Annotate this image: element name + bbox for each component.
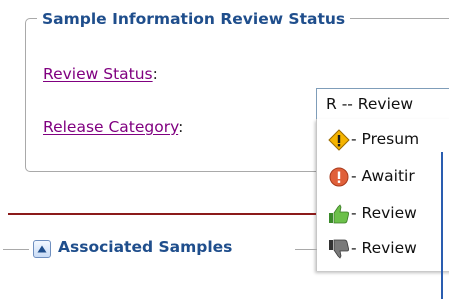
section-divider: [8, 213, 316, 215]
release-category-link[interactable]: Release Category: [43, 118, 178, 136]
dropdown-option-label: - Awaitir: [351, 167, 415, 185]
dropdown-scroll-edge: [441, 152, 443, 299]
release-category-colon: :: [178, 118, 184, 136]
review-status-colon: :: [152, 65, 158, 83]
dropdown-option-awaiting[interactable]: - Awaitir: [321, 161, 449, 195]
thumbs-down-icon: [327, 237, 351, 261]
dropdown-option-presumptive[interactable]: - Presum: [321, 124, 449, 158]
review-status-link[interactable]: Review Status: [43, 65, 153, 83]
section-rule-right: [295, 249, 317, 250]
dropdown-option-reviewed-rejected[interactable]: - Review: [321, 233, 449, 267]
dropdown-option-label: - Review: [351, 239, 417, 257]
dropdown-option-reviewed-approved[interactable]: - Review: [321, 198, 449, 232]
associated-samples-title[interactable]: Associated Samples: [58, 238, 232, 256]
fieldset-legend: Sample Information Review Status: [37, 9, 351, 29]
dropdown-option-label: - Review: [351, 204, 417, 222]
review-status-dropdown-list: - Presum - Awaitir - Review - Review: [316, 119, 449, 271]
release-category-label-row: Release Category:: [43, 118, 183, 136]
section-rule-left: [3, 249, 29, 250]
thumbs-up-icon: [327, 202, 351, 226]
dropdown-option-label: - Presum: [351, 130, 420, 148]
warning-diamond-icon: [327, 128, 351, 152]
review-status-label-row: Review Status:: [43, 65, 158, 83]
exclamation-circle-icon: [327, 165, 351, 189]
review-status-panel: Sample Information Review Status Review …: [0, 0, 449, 299]
collapse-triangle-up-icon[interactable]: [33, 240, 51, 258]
review-status-select-value: R -- Review: [326, 95, 414, 113]
review-status-select[interactable]: R -- Review: [316, 88, 449, 120]
